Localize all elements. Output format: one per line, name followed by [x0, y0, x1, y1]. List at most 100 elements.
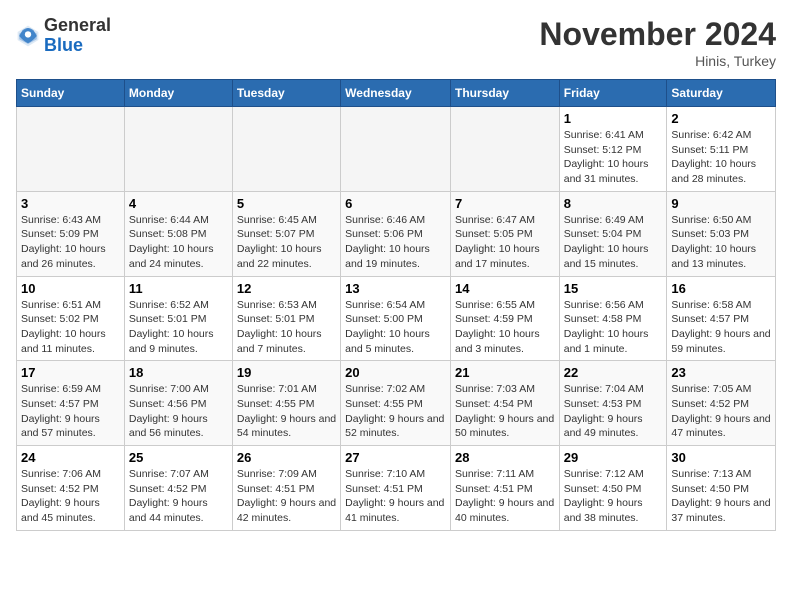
day-info: Sunrise: 7:02 AM Sunset: 4:55 PM Dayligh…	[345, 382, 446, 441]
calendar-week-4: 17Sunrise: 6:59 AM Sunset: 4:57 PM Dayli…	[17, 361, 776, 446]
day-number: 9	[671, 196, 771, 211]
month-title: November 2024	[539, 16, 776, 53]
day-number: 24	[21, 450, 120, 465]
day-number: 15	[564, 281, 663, 296]
day-number: 8	[564, 196, 663, 211]
title-block: November 2024 Hinis, Turkey	[539, 16, 776, 69]
calendar-cell: 25 Sunrise: 7:07 AM Sunset: 4:52 PM Dayli…	[124, 446, 232, 531]
day-info: Sunrise: 6:47 AM Sunset: 5:05 PM Dayligh…	[455, 213, 555, 272]
day-info: Sunrise: 6:42 AM Sunset: 5:11 PM Dayligh…	[671, 128, 771, 187]
day-number: 17	[21, 365, 120, 380]
day-info: Sunrise: 7:11 AM Sunset: 4:51 PM Dayligh…	[455, 467, 555, 526]
day-number: 19	[237, 365, 336, 380]
day-number: 12	[237, 281, 336, 296]
day-number: 2	[671, 111, 771, 126]
day-info: Sunrise: 7:12 AM Sunset: 4:50 PM Dayligh…	[564, 467, 663, 526]
calendar-cell	[450, 107, 559, 192]
day-number: 5	[237, 196, 336, 211]
day-number: 28	[455, 450, 555, 465]
day-info: Sunrise: 7:04 AM Sunset: 4:53 PM Dayligh…	[564, 382, 663, 441]
weekday-header-friday: Friday	[559, 80, 667, 107]
day-info: Sunrise: 6:54 AM Sunset: 5:00 PM Dayligh…	[345, 298, 446, 357]
day-info: Sunrise: 6:53 AM Sunset: 5:01 PM Dayligh…	[237, 298, 336, 357]
calendar-cell: 26 Sunrise: 7:09 AM Sunset: 4:51 PM Dayli…	[232, 446, 340, 531]
calendar-cell: 1 Sunrise: 6:41 AM Sunset: 5:12 PM Daylig…	[559, 107, 667, 192]
day-info: Sunrise: 7:00 AM Sunset: 4:56 PM Dayligh…	[129, 382, 228, 441]
day-info: Sunrise: 6:50 AM Sunset: 5:03 PM Dayligh…	[671, 213, 771, 272]
day-info: Sunrise: 6:44 AM Sunset: 5:08 PM Dayligh…	[129, 213, 228, 272]
day-number: 16	[671, 281, 771, 296]
calendar-cell: 23 Sunrise: 7:05 AM Sunset: 4:52 PM Dayli…	[667, 361, 776, 446]
day-number: 23	[671, 365, 771, 380]
calendar-cell: 22 Sunrise: 7:04 AM Sunset: 4:53 PM Dayli…	[559, 361, 667, 446]
calendar-cell: 16 Sunrise: 6:58 AM Sunset: 4:57 PM Dayli…	[667, 276, 776, 361]
day-info: Sunrise: 6:41 AM Sunset: 5:12 PM Dayligh…	[564, 128, 663, 187]
calendar-cell: 19 Sunrise: 7:01 AM Sunset: 4:55 PM Dayli…	[232, 361, 340, 446]
logo-general-text: General	[44, 15, 111, 35]
day-number: 3	[21, 196, 120, 211]
day-info: Sunrise: 7:09 AM Sunset: 4:51 PM Dayligh…	[237, 467, 336, 526]
day-info: Sunrise: 6:46 AM Sunset: 5:06 PM Dayligh…	[345, 213, 446, 272]
day-number: 27	[345, 450, 446, 465]
calendar-cell	[17, 107, 125, 192]
day-info: Sunrise: 6:43 AM Sunset: 5:09 PM Dayligh…	[21, 213, 120, 272]
day-info: Sunrise: 7:01 AM Sunset: 4:55 PM Dayligh…	[237, 382, 336, 441]
calendar-cell: 5 Sunrise: 6:45 AM Sunset: 5:07 PM Daylig…	[232, 191, 340, 276]
day-info: Sunrise: 6:45 AM Sunset: 5:07 PM Dayligh…	[237, 213, 336, 272]
logo-blue-text: Blue	[44, 35, 83, 55]
day-info: Sunrise: 6:58 AM Sunset: 4:57 PM Dayligh…	[671, 298, 771, 357]
calendar-cell: 7 Sunrise: 6:47 AM Sunset: 5:05 PM Daylig…	[450, 191, 559, 276]
calendar-cell: 10Sunrise: 6:51 AM Sunset: 5:02 PM Dayli…	[17, 276, 125, 361]
calendar-cell: 15 Sunrise: 6:56 AM Sunset: 4:58 PM Dayli…	[559, 276, 667, 361]
day-number: 6	[345, 196, 446, 211]
calendar-cell: 6 Sunrise: 6:46 AM Sunset: 5:06 PM Daylig…	[341, 191, 451, 276]
page-header: General Blue November 2024 Hinis, Turkey	[16, 16, 776, 69]
logo-icon	[16, 24, 40, 48]
day-number: 22	[564, 365, 663, 380]
calendar-cell: 13 Sunrise: 6:54 AM Sunset: 5:00 PM Dayli…	[341, 276, 451, 361]
calendar-cell: 29Sunrise: 7:12 AM Sunset: 4:50 PM Dayli…	[559, 446, 667, 531]
day-number: 13	[345, 281, 446, 296]
calendar-cell: 14 Sunrise: 6:55 AM Sunset: 4:59 PM Dayli…	[450, 276, 559, 361]
day-number: 26	[237, 450, 336, 465]
calendar-cell: 2 Sunrise: 6:42 AM Sunset: 5:11 PM Daylig…	[667, 107, 776, 192]
logo: General Blue	[16, 16, 111, 56]
day-number: 4	[129, 196, 228, 211]
calendar-cell: 18 Sunrise: 7:00 AM Sunset: 4:56 PM Dayli…	[124, 361, 232, 446]
day-info: Sunrise: 6:52 AM Sunset: 5:01 PM Dayligh…	[129, 298, 228, 357]
calendar-cell: 28 Sunrise: 7:11 AM Sunset: 4:51 PM Dayli…	[450, 446, 559, 531]
calendar-cell: 4 Sunrise: 6:44 AM Sunset: 5:08 PM Daylig…	[124, 191, 232, 276]
calendar-cell: 3 Sunrise: 6:43 AM Sunset: 5:09 PM Daylig…	[17, 191, 125, 276]
calendar-cell: 24 Sunrise: 7:06 AM Sunset: 4:52 PM Dayli…	[17, 446, 125, 531]
day-number: 11	[129, 281, 228, 296]
day-info: Sunrise: 7:03 AM Sunset: 4:54 PM Dayligh…	[455, 382, 555, 441]
day-info: Sunrise: 7:07 AM Sunset: 4:52 PM Dayligh…	[129, 467, 228, 526]
calendar-table: SundayMondayTuesdayWednesdayThursdayFrid…	[16, 79, 776, 531]
calendar-cell: 17Sunrise: 6:59 AM Sunset: 4:57 PM Dayli…	[17, 361, 125, 446]
calendar-cell: 30Sunrise: 7:13 AM Sunset: 4:50 PM Dayli…	[667, 446, 776, 531]
calendar-week-1: 1 Sunrise: 6:41 AM Sunset: 5:12 PM Daylig…	[17, 107, 776, 192]
calendar-cell: 8Sunrise: 6:49 AM Sunset: 5:04 PM Daylig…	[559, 191, 667, 276]
day-number: 14	[455, 281, 555, 296]
weekday-header-row: SundayMondayTuesdayWednesdayThursdayFrid…	[17, 80, 776, 107]
day-info: Sunrise: 6:51 AM Sunset: 5:02 PM Dayligh…	[21, 298, 120, 357]
day-info: Sunrise: 7:10 AM Sunset: 4:51 PM Dayligh…	[345, 467, 446, 526]
calendar-cell: 9 Sunrise: 6:50 AM Sunset: 5:03 PM Daylig…	[667, 191, 776, 276]
weekday-header-tuesday: Tuesday	[232, 80, 340, 107]
calendar-week-5: 24 Sunrise: 7:06 AM Sunset: 4:52 PM Dayli…	[17, 446, 776, 531]
day-number: 18	[129, 365, 228, 380]
day-number: 25	[129, 450, 228, 465]
calendar-cell: 27 Sunrise: 7:10 AM Sunset: 4:51 PM Dayli…	[341, 446, 451, 531]
location-subtitle: Hinis, Turkey	[539, 53, 776, 69]
day-info: Sunrise: 7:06 AM Sunset: 4:52 PM Dayligh…	[21, 467, 120, 526]
day-info: Sunrise: 6:56 AM Sunset: 4:58 PM Dayligh…	[564, 298, 663, 357]
day-number: 21	[455, 365, 555, 380]
calendar-cell: 12 Sunrise: 6:53 AM Sunset: 5:01 PM Dayli…	[232, 276, 340, 361]
day-info: Sunrise: 7:05 AM Sunset: 4:52 PM Dayligh…	[671, 382, 771, 441]
day-number: 1	[564, 111, 663, 126]
day-number: 20	[345, 365, 446, 380]
calendar-cell: 11 Sunrise: 6:52 AM Sunset: 5:01 PM Dayli…	[124, 276, 232, 361]
day-info: Sunrise: 6:55 AM Sunset: 4:59 PM Dayligh…	[455, 298, 555, 357]
day-number: 7	[455, 196, 555, 211]
day-info: Sunrise: 7:13 AM Sunset: 4:50 PM Dayligh…	[671, 467, 771, 526]
